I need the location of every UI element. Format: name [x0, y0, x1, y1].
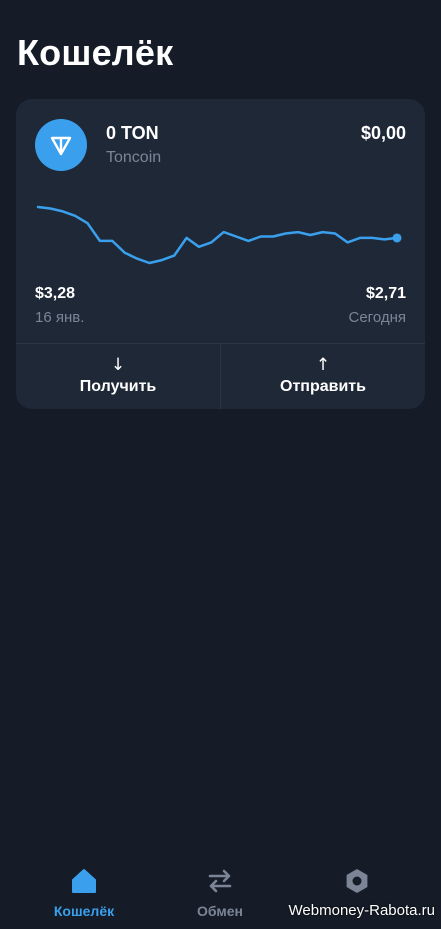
arrow-down-icon: ↓ [110, 355, 126, 375]
home-icon [68, 865, 100, 897]
price-line [36, 205, 399, 265]
start-date: 16 янв. [35, 309, 85, 326]
token-amount: 0 TON [106, 123, 159, 143]
tab-swap-label: Обмен [197, 903, 243, 919]
end-price: $2,71 [365, 285, 406, 302]
tab-wallet[interactable]: Кошелёк [24, 865, 144, 919]
price-chart [36, 205, 402, 265]
token-fiat-value: $0,00 [360, 123, 406, 143]
wallet-card[interactable]: 0 TON Toncoin $0,00 $3,28 16 янв. $2,71 … [16, 99, 425, 409]
arrow-up-icon: ↑ [315, 355, 331, 375]
token-name: Toncoin [106, 149, 162, 166]
watermark-text: Webmoney-Rabota.ru [288, 902, 435, 919]
send-label: Отправить [280, 378, 366, 395]
price-end-dot [392, 233, 402, 243]
receive-button[interactable]: ↓ Получить [16, 344, 220, 409]
toncoin-logo-icon [35, 119, 87, 171]
end-date: Сегодня [348, 309, 407, 326]
start-price: $3,28 [35, 285, 76, 302]
settings-gear-icon [341, 865, 373, 897]
send-button[interactable]: ↑ Отправить [221, 344, 425, 409]
swap-arrows-icon [204, 865, 236, 897]
tab-settings[interactable] [297, 865, 417, 897]
tab-swap[interactable]: Обмен [160, 865, 280, 919]
page-title: Кошелёк [17, 32, 174, 73]
tab-wallet-label: Кошелёк [53, 903, 115, 919]
receive-label: Получить [79, 378, 157, 395]
